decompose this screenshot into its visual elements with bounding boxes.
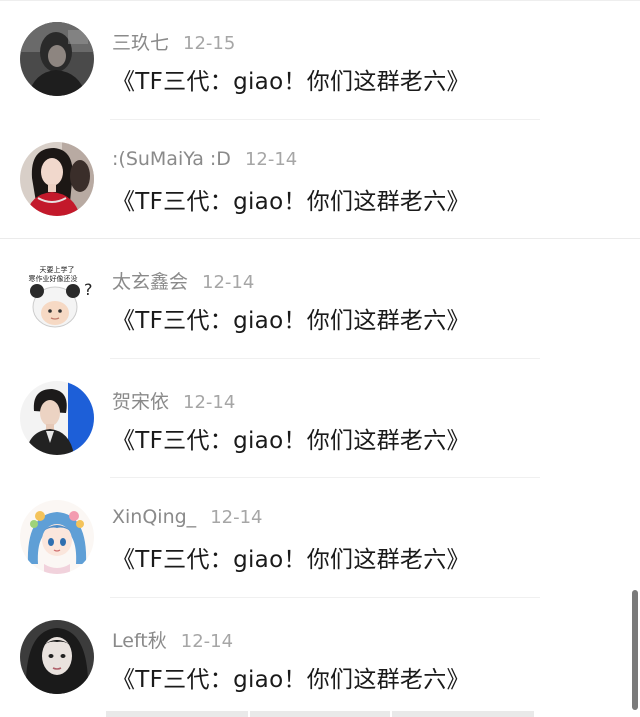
comment-meta: Left秋 12-14 xyxy=(112,626,233,652)
avatar[interactable] xyxy=(20,22,94,96)
avatar-panda-meme-icon: 天要上学了 寒作业好像还没 ? xyxy=(20,261,94,335)
avatar[interactable] xyxy=(20,500,94,574)
comment-text: 《TF三代：giao！你们这群老六》 xyxy=(112,547,470,573)
panda-caption-line2: 寒作业好像还没 xyxy=(29,274,78,283)
comment-item: :(SuMaiYa :D 12-14 《TF三代：giao！你们这群老六》 xyxy=(0,120,640,239)
strip-separator xyxy=(248,711,250,717)
comment-text: 《TF三代：giao！你们这群老六》 xyxy=(112,427,470,454)
avatar-woman-red-dress-icon xyxy=(20,141,94,216)
comment-date: 12-14 xyxy=(210,507,263,528)
bottom-toolbar-strip xyxy=(106,711,534,717)
comment-date: 12-14 xyxy=(202,272,255,293)
avatar-girl-dark-hair-icon xyxy=(20,619,94,694)
strip-separator xyxy=(390,711,392,717)
comment-text: 《TF三代：giao！你们这群老六》 xyxy=(112,69,470,95)
comment-item: 三玖七 12-15 《TF三代：giao！你们这群老六》 xyxy=(0,0,640,120)
username[interactable]: 贺宋依 xyxy=(112,391,169,413)
comment-text: 《TF三代：giao！你们这群老六》 xyxy=(112,308,470,334)
comment-meta: 贺宋依 12-14 xyxy=(112,387,235,413)
comment-meta: :(SuMaiYa :D 12-14 xyxy=(112,148,297,174)
username[interactable]: Left秋 xyxy=(112,630,167,652)
scrollbar[interactable] xyxy=(632,590,638,710)
panda-caption-line1: 天要上学了 xyxy=(40,265,75,274)
username[interactable]: :(SuMaiYa :D xyxy=(112,148,231,170)
comment-list: 三玖七 12-15 《TF三代：giao！你们这群老六》 :(SuMaiYa :D… xyxy=(0,0,640,717)
username[interactable]: 三玖七 xyxy=(112,32,169,54)
username[interactable]: XinQing_ xyxy=(112,506,196,528)
comment-date: 12-14 xyxy=(180,630,234,652)
comment-date: 12-15 xyxy=(183,33,236,54)
avatar[interactable] xyxy=(20,141,94,216)
comment-meta: XinQing_ 12-14 xyxy=(112,506,263,532)
panda-question-mark: ? xyxy=(84,280,93,299)
avatar-boy-blue-background-icon xyxy=(20,380,94,455)
avatar-anime-girl-blue-hair-icon xyxy=(20,500,94,574)
comment-item: Left秋 12-14 《TF三代：giao！你们这群老六》 xyxy=(0,598,640,717)
comment-date: 12-14 xyxy=(244,148,298,170)
username[interactable]: 太玄鑫会 xyxy=(112,271,188,293)
comment-item: 贺宋依 12-14 《TF三代：giao！你们这群老六》 xyxy=(0,359,640,478)
comment-text: 《TF三代：giao！你们这群老六》 xyxy=(112,188,470,215)
avatar[interactable]: 天要上学了 寒作业好像还没 ? xyxy=(20,261,94,335)
avatar[interactable] xyxy=(20,380,94,455)
avatar-dark-photo-icon xyxy=(20,22,94,96)
comment-meta: 太玄鑫会 12-14 xyxy=(112,267,254,293)
comment-meta: 三玖七 12-15 xyxy=(112,28,235,54)
comment-text: 《TF三代：giao！你们这群老六》 xyxy=(112,666,470,693)
comment-item: 天要上学了 寒作业好像还没 ? 太玄鑫会 12-14 《TF三代：giao！你们这… xyxy=(0,239,640,359)
avatar[interactable] xyxy=(20,619,94,694)
comment-item: XinQing_ 12-14 《TF三代：giao！你们这群老六》 xyxy=(0,478,640,598)
comment-date: 12-14 xyxy=(183,391,236,413)
